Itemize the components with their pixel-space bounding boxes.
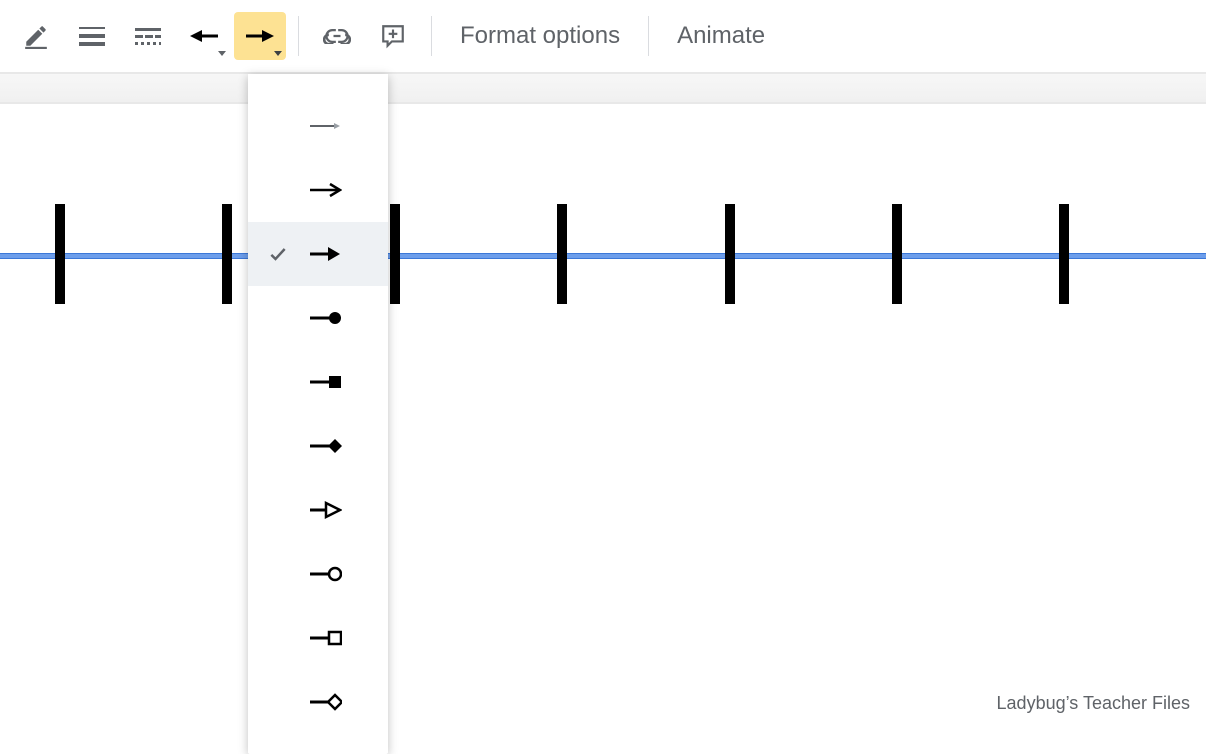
square-filled-icon xyxy=(308,370,342,394)
arrow-open-icon xyxy=(308,498,342,522)
arrow-right-icon xyxy=(246,28,274,44)
watermark: Ladybug’s Teacher Files xyxy=(997,693,1190,714)
canvas[interactable]: Ladybug’s Teacher Files xyxy=(0,104,1206,724)
diamond-open-icon xyxy=(308,690,342,714)
number-line-tick[interactable] xyxy=(222,204,232,304)
toolbar-separator xyxy=(648,16,649,56)
add-comment-button[interactable] xyxy=(367,12,419,60)
arrow-thin-icon xyxy=(308,178,342,202)
line-end-button[interactable] xyxy=(234,12,286,60)
line-end-option-diamond-filled[interactable] xyxy=(248,414,388,478)
number-line-tick[interactable] xyxy=(1059,204,1069,304)
none-icon xyxy=(308,114,342,138)
line-end-option-arrow-filled[interactable] xyxy=(248,222,388,286)
animate-label: Animate xyxy=(677,22,765,50)
line-end-option-square-open[interactable] xyxy=(248,606,388,670)
check-icon xyxy=(266,242,290,266)
toolbar-separator xyxy=(298,16,299,56)
line-dash-button[interactable] xyxy=(122,12,174,60)
number-line-tick[interactable] xyxy=(557,204,567,304)
line-end-option-circle-open[interactable] xyxy=(248,542,388,606)
format-options-label: Format options xyxy=(460,22,620,50)
circle-filled-icon xyxy=(308,306,342,330)
line-end-option-arrow-open[interactable] xyxy=(248,478,388,542)
toolbar: Format options Animate xyxy=(0,0,1206,74)
format-options-button[interactable]: Format options xyxy=(442,12,638,60)
toolbar-separator xyxy=(431,16,432,56)
number-line-tick[interactable] xyxy=(892,204,902,304)
link-icon xyxy=(323,28,351,44)
line-color-button[interactable] xyxy=(10,12,62,60)
chevron-down-icon xyxy=(274,51,282,56)
square-open-icon xyxy=(308,626,342,650)
animate-button[interactable]: Animate xyxy=(659,12,783,60)
line-end-dropdown xyxy=(248,74,388,754)
number-line-tick[interactable] xyxy=(725,204,735,304)
circle-open-icon xyxy=(308,562,342,586)
line-end-option-circle-filled[interactable] xyxy=(248,286,388,350)
number-line[interactable] xyxy=(0,254,1206,258)
line-start-button[interactable] xyxy=(178,12,230,60)
diamond-filled-icon xyxy=(308,434,342,458)
number-line-tick[interactable] xyxy=(390,204,400,304)
line-end-option-diamond-open[interactable] xyxy=(248,670,388,734)
arrow-left-icon xyxy=(190,28,218,44)
number-line-tick[interactable] xyxy=(55,204,65,304)
line-weight-button[interactable] xyxy=(66,12,118,60)
line-end-option-none[interactable] xyxy=(248,94,388,158)
line-end-option-arrow-thin[interactable] xyxy=(248,158,388,222)
insert-link-button[interactable] xyxy=(311,12,363,60)
chevron-down-icon xyxy=(218,51,226,56)
line-weight-icon xyxy=(79,26,105,46)
arrow-filled-icon xyxy=(308,242,342,266)
line-dash-icon xyxy=(135,26,161,46)
pencil-icon xyxy=(23,23,49,49)
line-end-option-square-filled[interactable] xyxy=(248,350,388,414)
comment-plus-icon xyxy=(380,23,406,49)
ruler xyxy=(0,74,1206,104)
